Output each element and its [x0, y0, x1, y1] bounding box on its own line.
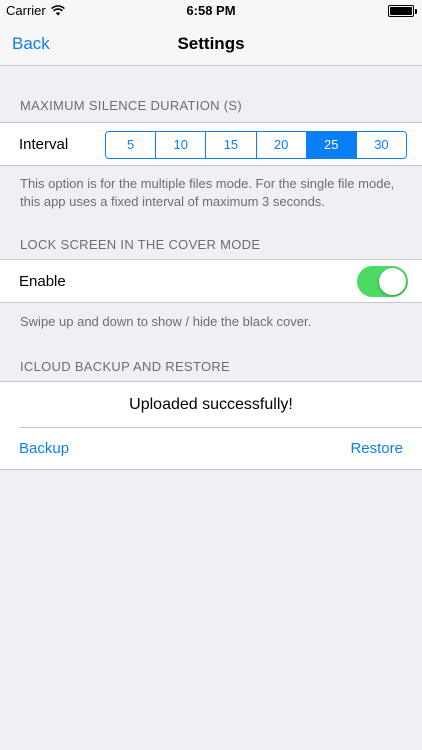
status-time: 6:58 PM: [186, 3, 236, 18]
lock-section-header: LOCK SCREEN IN THE COVER MODE: [20, 237, 261, 252]
backup-button[interactable]: Backup: [19, 428, 69, 470]
interval-option-5[interactable]: 5: [106, 132, 157, 158]
silence-section-footer: This option is for the multiple files mo…: [20, 176, 395, 209]
enable-label: Enable: [19, 273, 66, 290]
interval-option-15[interactable]: 15: [206, 132, 257, 158]
icloud-block: Uploaded successfully! Backup Restore: [0, 381, 422, 470]
lock-section-footer: Swipe up and down to show / hide the bla…: [20, 314, 312, 329]
interval-option-20[interactable]: 20: [256, 132, 307, 158]
silence-section-header: MAXIMUM SILENCE DURATION (S): [20, 98, 242, 113]
restore-button[interactable]: Restore: [350, 428, 403, 470]
interval-option-30[interactable]: 30: [356, 132, 406, 158]
interval-cell: Interval 5 10 15 20 25 30: [0, 122, 422, 166]
enable-cell: Enable: [0, 259, 422, 303]
enable-toggle[interactable]: [357, 266, 408, 297]
toggle-knob: [379, 268, 406, 295]
battery-icon: [388, 5, 417, 17]
interval-label: Interval: [19, 136, 69, 153]
icloud-status-text: Uploaded successfully!: [129, 396, 293, 413]
status-bar: Carrier 6:58 PM: [0, 0, 422, 22]
interval-option-25[interactable]: 25: [306, 132, 357, 158]
icloud-section-header: ICLOUD BACKUP AND RESTORE: [20, 359, 231, 374]
interval-option-10[interactable]: 10: [156, 132, 207, 158]
interval-segmented-control[interactable]: 5 10 15 20 25 30: [105, 131, 407, 159]
navigation-bar: Back Settings: [0, 22, 422, 66]
page-title: Settings: [177, 34, 245, 53]
